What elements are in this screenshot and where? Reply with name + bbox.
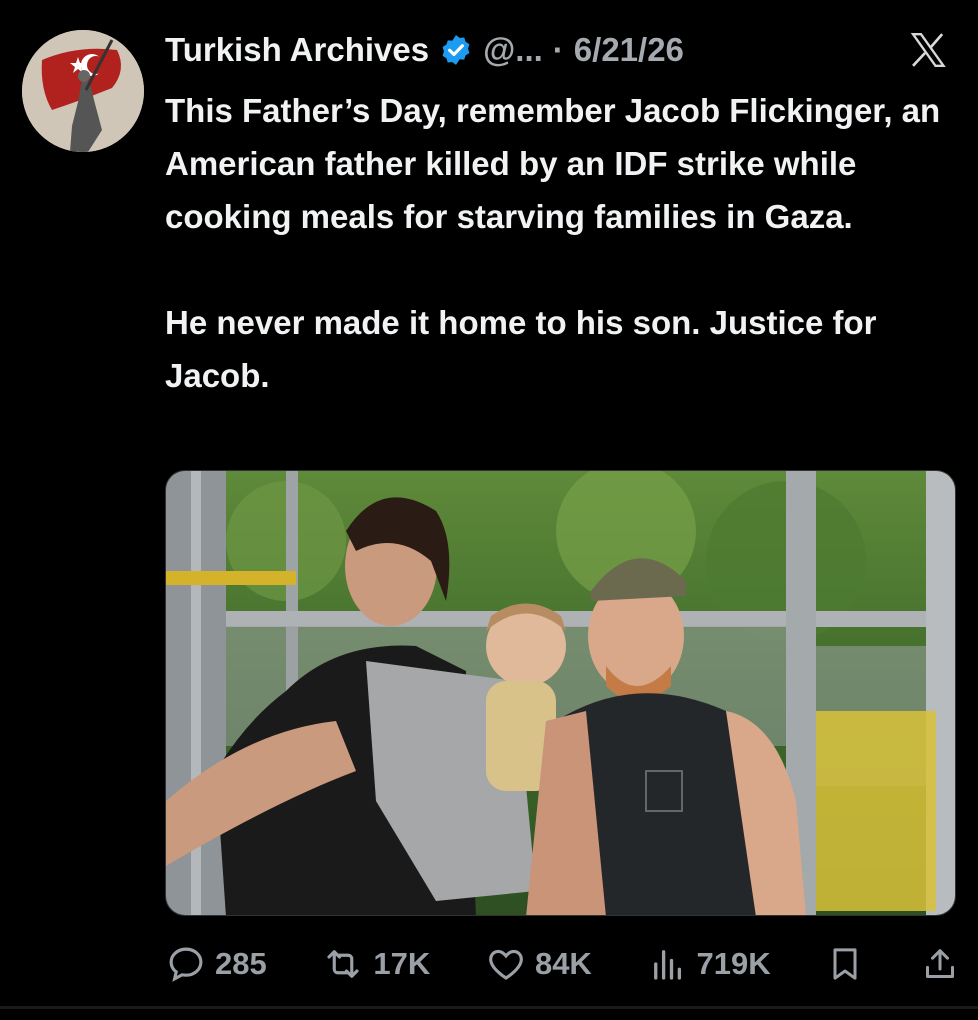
share-button[interactable]: [920, 943, 960, 985]
like-button[interactable]: 84K: [485, 943, 592, 985]
like-count: 84K: [534, 946, 592, 981]
tweet-photo[interactable]: [165, 470, 956, 916]
verified-badge-icon: [439, 33, 473, 67]
tweet-text: This Father’s Day, remember Jacob Flicki…: [165, 84, 955, 402]
reply-button[interactable]: 285: [165, 943, 267, 985]
tweet-paragraph-2: He never made it home to his son. Justic…: [165, 304, 877, 394]
author-avatar[interactable]: [22, 30, 144, 152]
bookmark-icon: [833, 948, 857, 980]
author-display-name[interactable]: Turkish Archives: [165, 31, 429, 69]
x-logo-icon[interactable]: [908, 30, 948, 70]
repost-button[interactable]: 17K: [321, 943, 430, 985]
tweet-actions: 285 17K 84K 719K: [165, 936, 960, 992]
heart-icon: [489, 949, 523, 980]
reply-count: 285: [215, 946, 267, 981]
views-count: 719K: [696, 946, 771, 981]
divider: [0, 1006, 978, 1009]
meta-separator: ·: [552, 31, 564, 68]
share-icon: [925, 949, 954, 978]
tweet-date[interactable]: 6/21/26: [574, 31, 684, 69]
views-button[interactable]: 719K: [647, 943, 771, 985]
repost-icon: [327, 950, 359, 978]
bookmark-button[interactable]: [825, 943, 865, 985]
author-handle[interactable]: @...: [483, 31, 543, 69]
reply-icon: [169, 947, 203, 982]
tweet-paragraph-1: This Father’s Day, remember Jacob Flicki…: [165, 92, 941, 235]
views-chart-icon: [653, 950, 681, 980]
tweet-header: Turkish Archives @... · 6/21/26: [165, 26, 684, 74]
tweet-card: Turkish Archives @... · 6/21/26 This Fathe…: [0, 0, 978, 1020]
repost-count: 17K: [373, 946, 431, 981]
